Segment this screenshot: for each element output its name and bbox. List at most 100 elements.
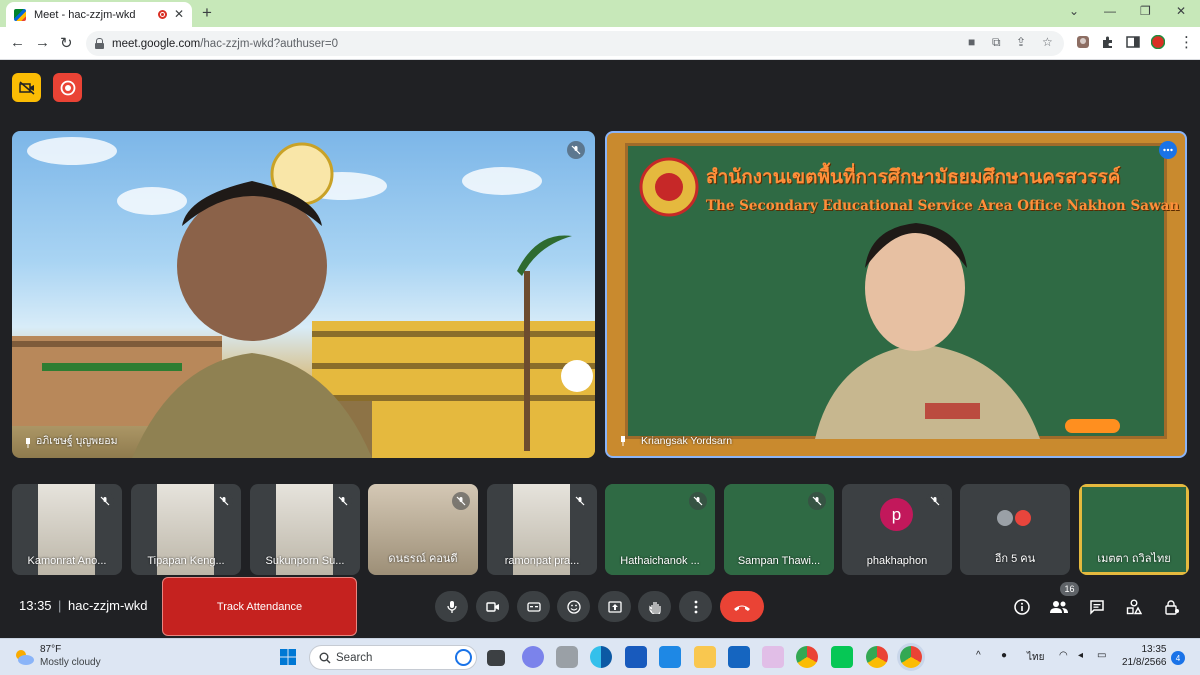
- participant-tile[interactable]: ดนธรณ์ คอนดี: [368, 484, 478, 575]
- leave-call-button[interactable]: [720, 591, 764, 622]
- weather-cloud-icon[interactable]: [13, 648, 35, 666]
- emoji-icon: [566, 599, 581, 614]
- teams-chat-icon[interactable]: [522, 646, 544, 668]
- forward-arrow-icon[interactable]: →: [35, 34, 50, 51]
- new-tab-button[interactable]: +: [202, 3, 212, 23]
- chalkboard-background: สำนักงานเขตพื้นที่การศึกษามัธยมศึกษานครส…: [625, 143, 1179, 439]
- restore-window-button[interactable]: ❐: [1140, 4, 1151, 18]
- taskbar-clock[interactable]: 13:35 21/8/2566: [1122, 643, 1167, 669]
- people-icon: [1050, 601, 1068, 613]
- muted-mic-icon: [808, 492, 826, 510]
- battery-icon[interactable]: ▭: [1097, 650, 1106, 661]
- participant-tile[interactable]: Hathaichanok ...: [605, 484, 715, 575]
- microphone-tray-icon[interactable]: ●: [1001, 650, 1007, 661]
- recording-button[interactable]: [53, 73, 82, 102]
- chrome-active-icon[interactable]: [900, 646, 922, 668]
- file-explorer-icon[interactable]: [694, 646, 716, 668]
- reload-icon[interactable]: ↻: [60, 34, 73, 52]
- close-tab-icon[interactable]: ✕: [174, 7, 184, 21]
- chrome-profile-icon[interactable]: [866, 646, 888, 668]
- participant-name: ramonpat pra...: [504, 555, 580, 567]
- extension-avatar-icon[interactable]: [1076, 35, 1090, 49]
- meeting-details-button[interactable]: [1012, 597, 1032, 617]
- present-screen-button[interactable]: [598, 591, 631, 622]
- settings-app-icon[interactable]: [556, 646, 578, 668]
- more-options-icon[interactable]: [1159, 141, 1177, 159]
- url-host: meet.google.com: [112, 37, 201, 50]
- show-hidden-icons-chevron-icon[interactable]: ^: [976, 650, 981, 661]
- mail-app-icon[interactable]: [728, 646, 750, 668]
- side-panel-icon[interactable]: [1126, 35, 1140, 49]
- edge-browser-icon[interactable]: [590, 646, 612, 668]
- wifi-icon[interactable]: ◠: [1059, 650, 1068, 661]
- camera-button[interactable]: [476, 591, 509, 622]
- back-arrow-icon[interactable]: ←: [10, 34, 25, 51]
- word-app-icon[interactable]: [625, 646, 647, 668]
- track-attendance-button[interactable]: Track Attendance: [162, 577, 357, 636]
- chrome-icon[interactable]: [796, 646, 818, 668]
- profile-avatar-icon[interactable]: [1151, 35, 1165, 49]
- participant-tile[interactable]: p phakhaphon: [842, 484, 952, 575]
- participant-tile[interactable]: Sukunporn Su...: [250, 484, 360, 575]
- microphone-button[interactable]: [435, 591, 468, 622]
- participant-tile[interactable]: เมตตา ถวิลไทย: [1079, 484, 1189, 575]
- participant-tile-main-2[interactable]: สำนักงานเขตพื้นที่การศึกษามัธยมศึกษานครส…: [605, 131, 1187, 458]
- people-button[interactable]: [1049, 597, 1069, 617]
- raise-hand-icon: [648, 601, 661, 614]
- avatar: p: [880, 498, 913, 531]
- bookmark-star-icon[interactable]: ☆: [1042, 35, 1053, 49]
- chrome-menu-icon[interactable]: ⋮: [1179, 33, 1194, 51]
- participant-tile[interactable]: ramonpat pra...: [487, 484, 597, 575]
- windows-start-icon[interactable]: [279, 648, 297, 666]
- snipping-tool-icon[interactable]: [762, 646, 784, 668]
- browser-tab-meet[interactable]: Meet - hac-zzjm-wkd ✕: [6, 2, 192, 27]
- translate-icon[interactable]: ⧉: [992, 35, 1001, 50]
- minimize-window-button[interactable]: —: [1104, 4, 1116, 18]
- volume-icon[interactable]: ◂: [1078, 650, 1083, 661]
- address-bar[interactable]: meet.google.com/hac-zzjm-wkd?authuser=0 …: [86, 31, 1064, 56]
- activities-shapes-icon: [1126, 599, 1142, 615]
- pin-icon[interactable]: [619, 436, 627, 446]
- share-icon[interactable]: ⇪: [1016, 35, 1026, 49]
- input-language[interactable]: ไทย: [1027, 650, 1044, 665]
- participant-name: Hathaichanok ...: [620, 555, 700, 567]
- browser-tab-strip: Meet - hac-zzjm-wkd ✕ + ⌄ — ❐ ✕: [0, 0, 1200, 27]
- close-window-button[interactable]: ✕: [1176, 4, 1186, 18]
- participant-tile[interactable]: Sampan Thawi...: [724, 484, 834, 575]
- l-app-icon[interactable]: [659, 646, 681, 668]
- chat-button[interactable]: [1087, 597, 1107, 617]
- captions-button[interactable]: [517, 591, 550, 622]
- host-controls-button[interactable]: [12, 73, 41, 102]
- more-options-button[interactable]: [679, 591, 712, 622]
- present-screen-icon: [607, 600, 622, 613]
- participant-name: phakhaphon: [866, 555, 928, 567]
- line-app-icon[interactable]: [831, 646, 853, 668]
- meet-stage: อภิเชษฐ์ บุญพยอม สำนักงานเขตพื้นที่การศึ…: [0, 61, 1200, 638]
- notification-badge[interactable]: 4: [1171, 651, 1185, 665]
- record-icon: [60, 80, 75, 95]
- separator: |: [58, 598, 62, 613]
- extensions-puzzle-icon[interactable]: [1101, 35, 1115, 49]
- activities-button[interactable]: [1124, 597, 1144, 617]
- pin-icon[interactable]: [24, 438, 32, 448]
- windows-taskbar: 87°F Mostly cloudy Search ^ ● ไทย ◠ ◂ ▭ …: [0, 638, 1200, 675]
- lock-person-icon: [1165, 600, 1179, 615]
- tab-title: Meet - hac-zzjm-wkd: [34, 8, 136, 21]
- taskbar-search-box[interactable]: Search: [309, 645, 477, 670]
- tab-search-chevron-icon[interactable]: ⌄: [1069, 4, 1079, 18]
- lock-icon[interactable]: [95, 38, 104, 49]
- participant-tile-main-1[interactable]: อภิเชษฐ์ บุญพยอม: [12, 131, 595, 458]
- bing-icon: [455, 649, 472, 666]
- weather-widget[interactable]: 87°F Mostly cloudy: [40, 643, 101, 669]
- raise-hand-button[interactable]: [638, 591, 671, 622]
- task-view-icon[interactable]: [487, 650, 505, 666]
- others-tile[interactable]: อีก 5 คน: [960, 484, 1070, 575]
- participant-tile[interactable]: Kamonrat Ano...: [12, 484, 122, 575]
- participant-tile[interactable]: Tipapan Keng...: [131, 484, 241, 575]
- camera-in-use-icon[interactable]: ■: [968, 35, 975, 49]
- muted-mic-icon: [215, 492, 233, 510]
- weather-condition: Mostly cloudy: [40, 657, 101, 668]
- host-controls-button[interactable]: [1162, 597, 1182, 617]
- microphone-icon: [446, 600, 457, 613]
- reactions-button[interactable]: [557, 591, 590, 622]
